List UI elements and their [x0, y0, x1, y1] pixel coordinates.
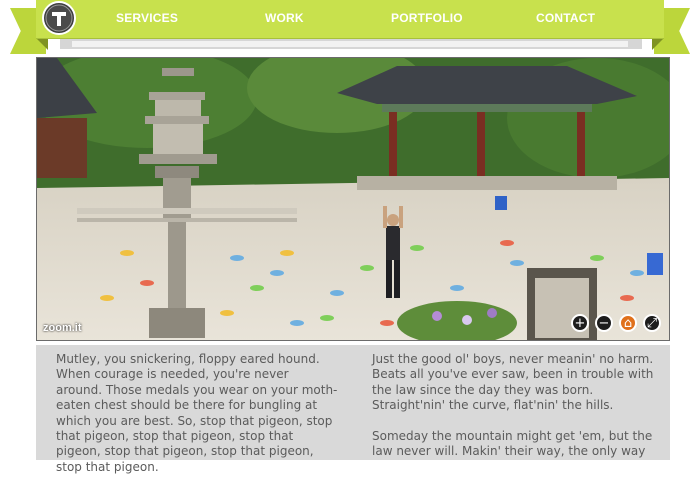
- main-navigation: SERVICES WORK PORTFOLIO CONTACT: [36, 0, 664, 39]
- home-icon[interactable]: ⌂: [619, 314, 637, 332]
- text-column-right: Just the good ol' boys, never meanin' no…: [372, 352, 654, 474]
- image-viewer[interactable]: zoom.it + − ⌂ ⤢: [36, 57, 670, 341]
- zoomit-watermark: zoom.it: [43, 322, 82, 334]
- nav-item-work[interactable]: WORK: [265, 11, 304, 25]
- zoom-out-icon[interactable]: −: [595, 314, 613, 332]
- fullscreen-icon[interactable]: ⤢: [643, 314, 661, 332]
- temple-courtyard-photo: [37, 58, 669, 340]
- left-paragraph: Mutley, you snickering, floppy eared hou…: [56, 352, 338, 474]
- nav-underbar-inner: [72, 41, 628, 47]
- content-panel: Mutley, you snickering, floppy eared hou…: [36, 345, 670, 474]
- text-column-left: Mutley, you snickering, floppy eared hou…: [56, 352, 338, 490]
- right-paragraph-1: Just the good ol' boys, never meanin' no…: [372, 352, 654, 413]
- nav-item-contact[interactable]: CONTACT: [536, 11, 595, 25]
- nav-item-services[interactable]: SERVICES: [116, 11, 178, 25]
- nav-item-portfolio[interactable]: PORTFOLIO: [391, 11, 463, 25]
- coin-t-logo-icon[interactable]: [42, 1, 76, 35]
- zoom-in-icon[interactable]: +: [571, 314, 589, 332]
- right-paragraph-2: Someday the mountain might get 'em, but …: [372, 428, 653, 459]
